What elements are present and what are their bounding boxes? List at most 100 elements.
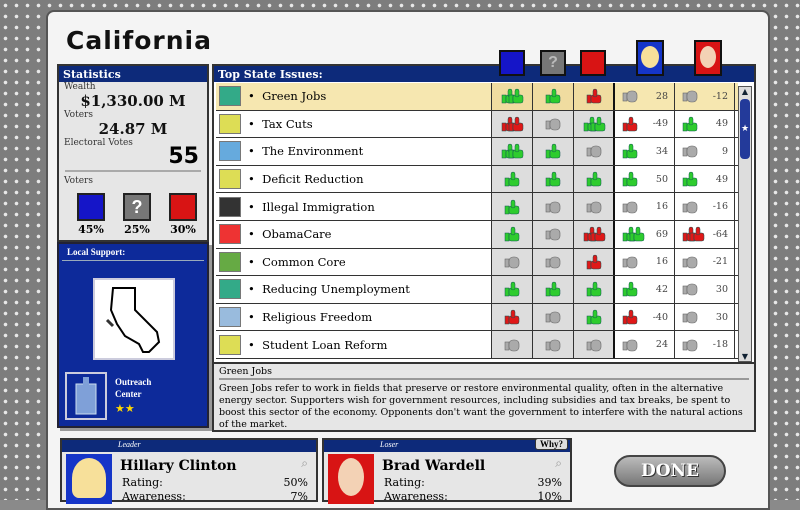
issue-icon xyxy=(219,113,241,134)
issue-row[interactable]: • Green Jobs 28 -12 xyxy=(216,83,738,111)
thumb-down-icon xyxy=(504,309,520,325)
issue-icon xyxy=(219,196,241,217)
issue-row[interactable]: • Reducing Unemployment 42 30 xyxy=(216,276,738,304)
leader-portrait xyxy=(66,454,112,504)
undecided-stance xyxy=(533,138,574,165)
republican-stance xyxy=(574,331,615,358)
undecided-stance xyxy=(533,331,574,358)
thumb-down2-icon xyxy=(682,227,705,242)
issue-icon xyxy=(219,169,241,190)
leader-awareness-row: Awareness: 7% xyxy=(122,490,308,503)
issue-icon xyxy=(219,224,241,245)
statistics-header: Statistics xyxy=(59,66,207,82)
thumb-down-icon xyxy=(622,116,638,132)
loser-tag: Loser xyxy=(324,440,570,452)
issue-row[interactable]: • Tax Cuts -49 49 xyxy=(216,110,738,139)
awareness-value: 10% xyxy=(537,490,562,503)
thumb-up-icon xyxy=(586,171,601,187)
magnifier-icon[interactable]: ⌕ xyxy=(301,456,308,471)
awareness-label: Awareness: xyxy=(122,490,186,503)
loser-card[interactable]: Loser Why? Brad Wardell ⌕ Rating: 39% Awa… xyxy=(322,438,572,504)
scroll-up-arrow-icon[interactable]: ▲ xyxy=(739,87,751,97)
leader-card[interactable]: Leader Hillary Clinton ⌕ Rating: 50% Awar… xyxy=(60,438,318,504)
wardell-stance: 49 xyxy=(675,110,735,138)
clinton-stance: 28 xyxy=(615,83,675,110)
thumb-up-icon xyxy=(682,116,698,132)
outreach-center-icon[interactable] xyxy=(65,372,107,420)
leader-tag: Leader xyxy=(62,440,316,452)
leader-rating-row: Rating: 50% xyxy=(122,476,308,489)
thumb-up-icon xyxy=(545,171,561,187)
scroll-down-arrow-icon[interactable]: ▼ xyxy=(739,352,751,361)
undecided-stance xyxy=(533,193,574,220)
rating-value: 39% xyxy=(537,476,562,489)
state-map[interactable] xyxy=(93,278,175,360)
electoral-value: 55 xyxy=(168,144,199,169)
republican-stance xyxy=(574,303,615,331)
republican-stance xyxy=(574,165,615,193)
wardell-stance: -16 xyxy=(675,193,735,220)
issue-row[interactable]: • Common Core 16 -21 xyxy=(216,248,738,277)
thumb-neutral-icon xyxy=(545,228,561,241)
thumb-down2-icon xyxy=(583,227,605,242)
wardell-stance: -21 xyxy=(675,248,735,276)
democrat-stance xyxy=(492,303,533,331)
loser-awareness-row: Awareness: 10% xyxy=(384,490,562,503)
thumb-down-icon xyxy=(622,309,638,325)
thumb-up2-icon xyxy=(583,116,605,132)
thumb-neutral-icon xyxy=(682,311,698,324)
republican-column-icon xyxy=(580,50,606,76)
thumb-neutral-icon xyxy=(682,146,698,158)
thumb-up2-icon xyxy=(622,227,645,242)
republican-stance xyxy=(574,193,615,220)
issues-header: Top State Issues: xyxy=(214,66,754,82)
issue-icon xyxy=(219,334,241,355)
rating-label: Rating: xyxy=(122,476,163,489)
issue-row[interactable]: • Religious Freedom -40 30 xyxy=(216,303,738,332)
loser-name: Brad Wardell xyxy=(382,458,486,474)
thumb-up-icon xyxy=(504,171,520,187)
issue-row[interactable]: • Deficit Reduction 50 49 xyxy=(216,165,738,194)
thumb-neutral-icon xyxy=(586,339,601,351)
thumb-up-icon xyxy=(586,282,601,297)
republican-stance xyxy=(574,110,615,138)
local-support-panel: Local Support: Outreach Center ★★ xyxy=(57,242,209,428)
republican-stance xyxy=(574,220,615,248)
issues-table: • Green Jobs 28 -12 • Tax Cuts -49 49 • … xyxy=(216,83,738,359)
democrat-icon xyxy=(77,193,105,221)
thumb-up2-icon xyxy=(501,89,524,104)
undecided-stance xyxy=(533,220,574,248)
republican-icon xyxy=(169,193,197,221)
undecided-stance xyxy=(533,276,574,303)
clinton-stance: 42 xyxy=(615,276,675,303)
awareness-label: Awareness: xyxy=(384,490,448,503)
scroll-thumb[interactable]: ★ xyxy=(740,99,750,159)
why-button[interactable]: Why? xyxy=(534,438,568,450)
issue-row[interactable]: • Illegal Immigration 16 -16 xyxy=(216,193,738,221)
leader-name: Hillary Clinton xyxy=(120,458,237,474)
done-button[interactable]: DONE xyxy=(614,455,726,487)
undecided-column-icon: ? xyxy=(540,50,566,76)
thumb-neutral-icon xyxy=(622,201,638,213)
wardell-stance: 49 xyxy=(675,165,735,193)
issue-row[interactable]: • The Environment 34 9 xyxy=(216,138,738,166)
democrat-column-icon xyxy=(499,50,525,76)
issues-scrollbar[interactable]: ▲ ★ ▼ xyxy=(738,86,752,362)
hillary-clinton-portrait-icon xyxy=(636,40,664,76)
outreach-center-label: Outreach Center xyxy=(115,377,152,399)
clinton-stance: 69 xyxy=(615,220,675,248)
thumb-neutral-icon xyxy=(586,146,601,158)
thumb-down-icon xyxy=(586,89,601,104)
rating-label: Rating: xyxy=(384,476,425,489)
local-support-header: Local Support: xyxy=(62,244,204,261)
issue-name: • Illegal Immigration xyxy=(244,193,492,220)
issue-row[interactable]: • ObamaCare 69 -64 xyxy=(216,220,738,249)
issue-row[interactable]: • Student Loan Reform 24 -18 xyxy=(216,331,738,359)
wealth-value: $1,330.00 M xyxy=(80,92,186,110)
undecided-icon: ? xyxy=(123,193,151,221)
wardell-stance: 30 xyxy=(675,276,735,303)
magnifier-icon[interactable]: ⌕ xyxy=(555,456,562,471)
issue-name: • ObamaCare xyxy=(244,220,492,248)
republican-percent: 30% xyxy=(170,223,196,236)
thumb-up-icon xyxy=(622,144,638,159)
